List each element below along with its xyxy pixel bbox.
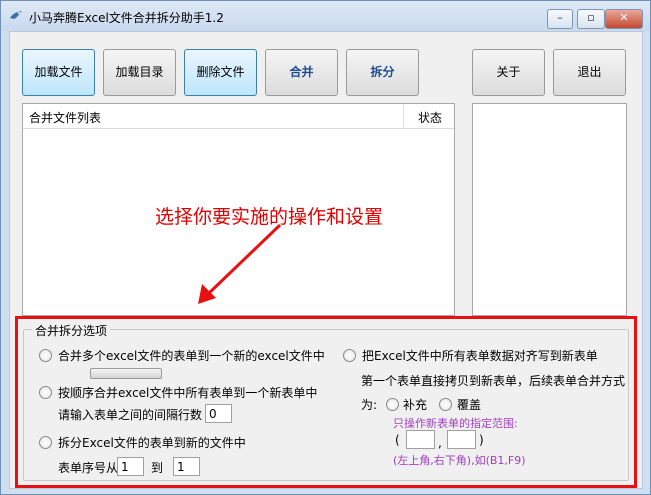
option-merge-sequential-label[interactable]: 按顺序合并excel文件中所有表单到一个新表单中 [58, 384, 317, 401]
radio-mode-supplement[interactable] [386, 398, 399, 411]
merge-mode-label: 为: [361, 398, 378, 412]
range-open-paren: ( [395, 433, 400, 447]
title-bar: 小马奔腾Excel文件合并拆分助手1.2 – ▫ ✕ [1, 1, 650, 31]
radio-merge-to-new-file[interactable] [39, 349, 52, 362]
sheet-range-to-label: 到 [151, 461, 164, 475]
sheet-from-input[interactable]: 1 [117, 457, 144, 476]
mode-supplement-label[interactable]: 补充 [403, 396, 427, 413]
option-merge-to-new-file-label[interactable]: 合并多个excel文件的表单到一个新的excel文件中 [58, 347, 325, 364]
gap-rows-input[interactable]: 0 [205, 404, 232, 423]
range-comma: , [438, 436, 442, 450]
radio-split-sheets[interactable] [39, 436, 52, 449]
radio-align-sheets[interactable] [343, 349, 356, 362]
range-bottom-right-input[interactable] [447, 430, 476, 449]
radio-mode-overwrite[interactable] [439, 398, 452, 411]
range-hint: 只操作新表单的指定范围: [393, 417, 518, 430]
mode-overwrite-label[interactable]: 覆盖 [457, 396, 481, 413]
main-panel: 加载文件 加载目录 删除文件 合并 拆分 关于 退出 合并文件列表 状态 选择你… [9, 31, 643, 489]
sheet-range-from-label: 表单序号从 [58, 461, 119, 475]
options-group-title: 合并拆分选项 [32, 322, 111, 339]
app-window: 小马奔腾Excel文件合并拆分助手1.2 – ▫ ✕ 加载文件 加载目录 删除文… [0, 0, 651, 495]
close-icon[interactable]: ✕ [605, 9, 643, 29]
range-example: (左上角,右下角),如(B1,F9) [393, 454, 526, 467]
minimize-icon[interactable]: – [547, 9, 573, 29]
maximize-icon[interactable]: ▫ [577, 9, 605, 29]
merge-progress-bar [90, 368, 162, 379]
option-align-sheets-label[interactable]: 把Excel文件中所有表单数据对齐写到新表单 [362, 347, 598, 364]
sheet-to-input[interactable]: 1 [173, 457, 200, 476]
annotation-arrow-icon [198, 223, 282, 304]
gap-rows-label: 请输入表单之间的间隔行数 [58, 408, 203, 422]
align-description: 第一个表单直接拷贝到新表单，后续表单合并方式 [361, 374, 626, 388]
window-title: 小马奔腾Excel文件合并拆分助手1.2 [29, 11, 224, 25]
range-top-left-input[interactable] [406, 430, 435, 449]
range-close-paren: ) [479, 433, 484, 447]
bird-icon [10, 11, 22, 19]
radio-merge-sequential[interactable] [39, 386, 52, 399]
option-split-sheets-label[interactable]: 拆分Excel文件的表单到新的文件中 [58, 434, 246, 451]
